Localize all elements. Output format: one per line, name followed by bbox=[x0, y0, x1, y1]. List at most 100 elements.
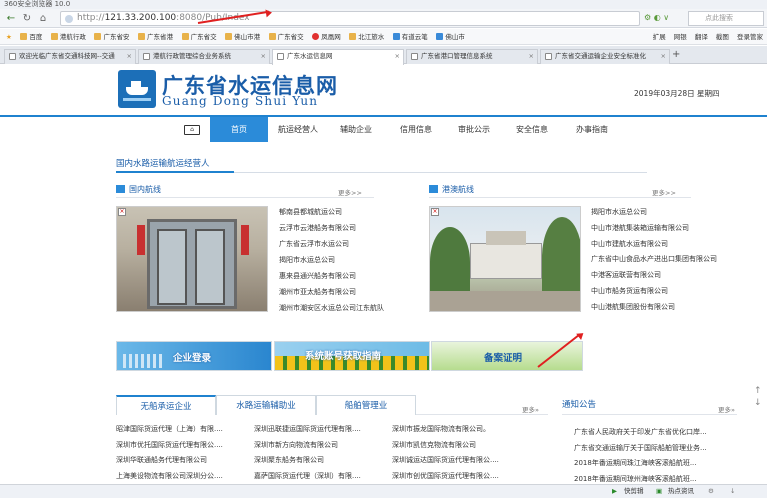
bookmark-item[interactable]: 有道云笔 bbox=[392, 29, 428, 44]
list-item[interactable]: 深圳迅联捷运国际货运代理有限.... bbox=[254, 422, 390, 438]
bookmark-icon bbox=[392, 33, 400, 40]
bookmark-item[interactable]: 佛山市 bbox=[436, 29, 465, 44]
bookmark-item[interactable]: 广东省港 bbox=[138, 29, 173, 44]
notice-more-link[interactable]: 更多» bbox=[718, 404, 735, 414]
tab-auxiliary[interactable]: 水路运输辅助业 bbox=[216, 395, 316, 415]
route-icon bbox=[116, 185, 125, 193]
clip-icon[interactable]: ▶ bbox=[612, 485, 617, 498]
address-actions[interactable]: ⚙ ◐ ∨ bbox=[644, 13, 686, 24]
nav-item-home[interactable]: 首页 bbox=[210, 117, 268, 142]
home-icon[interactable]: ⌂ bbox=[184, 125, 200, 135]
list-item[interactable]: 广东省云浮市水运公司 bbox=[279, 236, 409, 252]
close-tab-icon[interactable]: × bbox=[661, 50, 666, 63]
netbank-button[interactable]: 网银 bbox=[674, 33, 687, 41]
site-subtitle: Guang Dong Shui Yun bbox=[162, 94, 319, 108]
settings-icon[interactable]: ⚙ bbox=[708, 485, 714, 498]
account-guide-banner[interactable]: 系统账号获取指南 bbox=[274, 341, 430, 371]
close-tab-icon[interactable]: × bbox=[395, 50, 400, 63]
browser-tab[interactable]: 港航行政管理综合业务系统 × bbox=[138, 49, 270, 64]
download-icon[interactable]: ↓ bbox=[730, 485, 735, 498]
list-item[interactable]: 中山市船务货运有限公司 bbox=[591, 283, 733, 299]
list-item[interactable]: 广东省人民政府关于印发广东省优化口岸... bbox=[574, 425, 744, 441]
list-item[interactable]: 中山市港航集装箱运输有限公司 bbox=[591, 220, 733, 236]
close-tab-icon[interactable]: × bbox=[127, 50, 132, 63]
filing-certificate-banner[interactable]: 备案证明 bbox=[431, 341, 583, 371]
bookmark-icon bbox=[50, 33, 58, 40]
bookmark-item[interactable]: 北江旅水 bbox=[349, 29, 384, 44]
nav-item-credit[interactable]: 信用信息 bbox=[394, 117, 438, 142]
close-tab-icon[interactable]: × bbox=[529, 50, 534, 63]
list-item[interactable]: 中港客运联营有限公司 bbox=[591, 267, 733, 283]
status-item[interactable]: 热点资讯 bbox=[668, 485, 694, 498]
list-item[interactable]: 中山港航集团股份有限公司 bbox=[591, 299, 733, 315]
list-item[interactable]: 中山市建航水运有限公司 bbox=[591, 236, 733, 252]
screenshot-button[interactable]: 截图 bbox=[716, 33, 729, 41]
tab-bar: 欢迎光临广东省交通科技网--交通 × 港航行政管理综合业务系统 × 广东水运信息网 ×… bbox=[0, 46, 767, 65]
domestic-more-link[interactable]: 更多>> bbox=[338, 187, 362, 197]
page-icon bbox=[143, 53, 150, 60]
list-item[interactable]: 深圳市创优国际货运代理有限公.... bbox=[392, 469, 528, 485]
list-item[interactable]: 揭阳市水运总公司 bbox=[591, 204, 733, 220]
list-item[interactable]: 揭阳市水运总公司 bbox=[279, 252, 409, 268]
bookmark-icon bbox=[181, 33, 189, 40]
nav-item-operators[interactable]: 航运经营人 bbox=[272, 117, 324, 142]
list-item[interactable]: 深圳市凯信克物流有限公司 bbox=[392, 438, 528, 454]
list-item[interactable]: 深圳诚运达国际货运代理有限公.... bbox=[392, 453, 528, 469]
list-item[interactable]: 深圳市振龙国际物流有限公司。 bbox=[392, 422, 528, 438]
login-manager-button[interactable]: 登录管家 bbox=[737, 33, 763, 41]
nav-item-approval[interactable]: 审批公示 bbox=[452, 117, 496, 142]
search-input[interactable]: 点此搜索 bbox=[688, 11, 764, 26]
bookmark-star-icon[interactable]: ★ bbox=[6, 29, 12, 44]
list-item[interactable]: 深圳市优托国际货运代理有限公.... bbox=[116, 438, 252, 454]
home-icon[interactable]: ⌂ bbox=[36, 12, 50, 25]
extensions-button[interactable]: 扩展 bbox=[653, 33, 666, 41]
list-item[interactable]: 深圳市新方向物流有限公司 bbox=[254, 438, 390, 454]
browser-tab-active[interactable]: 广东水运信息网 × bbox=[272, 49, 404, 65]
translate-button[interactable]: 翻译 bbox=[695, 33, 708, 41]
login-banner[interactable]: 企业登录 bbox=[116, 341, 272, 371]
bottom-more-link[interactable]: 更多» bbox=[522, 404, 539, 414]
list-item[interactable]: 深圳华联通船务代理有限公司 bbox=[116, 453, 252, 469]
nav-item-auxiliary[interactable]: 辅助企业 bbox=[334, 117, 378, 142]
news-icon[interactable]: ▣ bbox=[656, 485, 662, 498]
list-item[interactable]: 上海美设物流有限公司深圳分公.... bbox=[116, 469, 252, 485]
hkmacau-more-link[interactable]: 更多>> bbox=[652, 187, 676, 197]
list-item[interactable]: 郁南县都城航运公司 bbox=[279, 204, 409, 220]
nav-item-safety[interactable]: 安全信息 bbox=[510, 117, 554, 142]
back-icon[interactable]: ← bbox=[4, 12, 18, 25]
bookmark-item[interactable]: 佛山市港 bbox=[225, 29, 260, 44]
bookmark-item[interactable]: 广东省交 bbox=[268, 29, 304, 44]
list-item[interactable]: 广东省中山食品水产进出口集团有限公司 bbox=[591, 252, 733, 267]
list-item[interactable]: 昭津国际货运代理（上海）有限.... bbox=[116, 422, 252, 438]
bookmark-item[interactable]: 港航行政 bbox=[50, 29, 86, 44]
chevron-down-icon[interactable]: ↓ bbox=[754, 398, 762, 408]
navigation-bar: ← ↻ ⌂ http://121.33.200.100:8080/Pub/Ind… bbox=[0, 9, 767, 28]
list-item[interactable]: 云浮市云港船务有限公司 bbox=[279, 220, 409, 236]
bookmark-item[interactable]: 广东省安 bbox=[94, 29, 129, 44]
bookmark-item[interactable]: 百度 bbox=[20, 29, 42, 44]
browser-tab[interactable]: 欢迎光临广东省交通科技网--交通 × bbox=[4, 49, 136, 64]
browser-tab[interactable]: 广东省港口管理信息系统 × bbox=[406, 49, 538, 64]
list-item[interactable]: 广东省交通运输厅关于国际船舶管理业务... bbox=[574, 441, 744, 457]
tab-nvocc[interactable]: 无船承运企业 bbox=[116, 395, 216, 415]
bookmark-item[interactable]: 凤凰网 bbox=[312, 29, 341, 44]
nav-item-guide[interactable]: 办事指南 bbox=[570, 117, 614, 142]
tab-ship-management[interactable]: 船舶管理业 bbox=[316, 395, 416, 415]
address-bar[interactable]: http://121.33.200.100:8080/Pub/Index bbox=[60, 11, 640, 26]
globe-icon bbox=[65, 15, 73, 23]
column-1: 昭津国际货运代理（上海）有限.... 深圳市优托国际货运代理有限公.... 深圳… bbox=[116, 422, 252, 484]
status-item[interactable]: 快剪辑 bbox=[624, 485, 644, 498]
list-item[interactable]: 潮州市亚太船务有限公司 bbox=[279, 284, 409, 300]
section-title: 国内水路运输航运经营人 bbox=[116, 159, 210, 169]
new-tab-icon[interactable]: + bbox=[672, 49, 680, 60]
list-item[interactable]: 嘉萨国际货运代理（深圳）有限.... bbox=[254, 469, 390, 485]
chevron-up-icon[interactable]: ↑ bbox=[754, 386, 762, 396]
list-item[interactable]: 惠来县通兴船务有限公司 bbox=[279, 268, 409, 284]
refresh-icon[interactable]: ↻ bbox=[20, 12, 34, 25]
bookmark-item[interactable]: 广东省交 bbox=[181, 29, 217, 44]
browser-tab[interactable]: 广东省交通运输企业安全标准化 × bbox=[540, 49, 670, 64]
list-item[interactable]: 潮州市潮安区水运总公司江东航队 bbox=[279, 300, 409, 316]
list-item[interactable]: 2018年番运期间珠江海峡客滚船航班... bbox=[574, 456, 744, 472]
close-tab-icon[interactable]: × bbox=[261, 50, 266, 63]
list-item[interactable]: 深圳聚东船务有限公司 bbox=[254, 453, 390, 469]
